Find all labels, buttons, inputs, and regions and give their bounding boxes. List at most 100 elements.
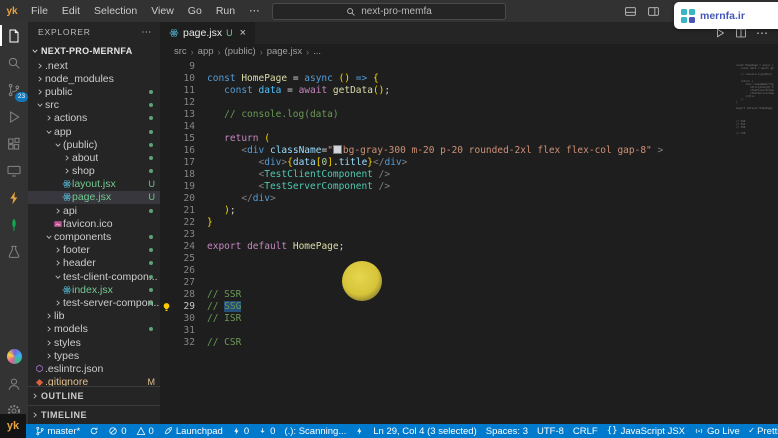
tab-page-jsx[interactable]: page.jsx U × <box>160 22 256 44</box>
menu-selection[interactable]: Selection <box>87 5 144 17</box>
tree-item-components[interactable]: components <box>28 230 160 243</box>
tree-item-next[interactable]: .next <box>28 59 160 72</box>
code-line-29[interactable]: 29 // SSG <box>160 301 732 313</box>
tab-close-icon[interactable]: × <box>240 27 246 39</box>
code-line-17[interactable]: 17 <div>{data[0].title}</div> <box>160 157 732 169</box>
mongodb-icon[interactable] <box>0 211 28 238</box>
breadcrumb-public[interactable]: (public) <box>225 46 256 57</box>
breadcrumb-page-jsx[interactable]: page.jsx <box>267 46 302 57</box>
code-line-26[interactable]: 26 <box>160 265 732 277</box>
minimap[interactable]: const HomePage = async () => { const dat… <box>736 61 774 135</box>
tree-item-models[interactable]: models <box>28 323 160 336</box>
breadcrumb-app[interactable]: app <box>198 46 214 57</box>
profile-icon[interactable] <box>0 343 28 370</box>
status-download-counter[interactable]: 0 <box>254 426 280 437</box>
tree-item-shop[interactable]: shop <box>28 165 160 178</box>
command-center-search[interactable]: next-pro-memfa <box>272 3 506 20</box>
tree-item-lib[interactable]: lib <box>28 310 160 323</box>
tree-item-header[interactable]: header <box>28 257 160 270</box>
quick-fix-lightbulb-icon[interactable] <box>160 301 173 313</box>
tree-item-src[interactable]: src <box>28 99 160 112</box>
tree-item-styles[interactable]: styles <box>28 336 160 349</box>
status-zap-counter[interactable]: 0 <box>227 426 253 437</box>
tree-item-public[interactable]: public <box>28 85 160 98</box>
code-line-25[interactable]: 25 <box>160 253 732 265</box>
toggle-panel-icon[interactable] <box>624 5 637 18</box>
tree-item-node-modules[interactable]: node_modules <box>28 72 160 85</box>
tree-item-api[interactable]: api <box>28 204 160 217</box>
tree-item-favicon-ico[interactable]: favicon.ico <box>28 217 160 230</box>
code-line-15[interactable]: 15 return ( <box>160 133 732 145</box>
tree-item-test-client-compon[interactable]: test-client-compon... <box>28 270 160 283</box>
panel-outline[interactable]: OUTLINE <box>28 386 160 405</box>
extensions-icon[interactable] <box>0 130 28 157</box>
tree-item-footer[interactable]: footer <box>28 244 160 257</box>
status-problems-errors[interactable]: 0 <box>104 426 131 437</box>
tree-item-page-jsx[interactable]: page.jsx U <box>28 190 160 205</box>
code-line-27[interactable]: 27 <box>160 277 732 289</box>
tree-item-gitignore[interactable]: .gitignore M <box>28 376 160 386</box>
tree-item-actions[interactable]: actions <box>28 112 160 125</box>
search-sidebar-icon[interactable] <box>0 49 28 76</box>
status-sync-button[interactable] <box>85 426 104 436</box>
status-indentation[interactable]: Spaces: 3 <box>481 426 532 437</box>
status-launchpad[interactable]: Launchpad <box>158 426 227 437</box>
account-icon[interactable] <box>0 370 28 397</box>
tree-item-public[interactable]: (public) <box>28 138 160 151</box>
status-prettier[interactable]: ✓Prettier <box>744 426 778 437</box>
breadcrumb-src[interactable]: src <box>174 46 187 57</box>
code-editor[interactable]: 9 10 const HomePage = async () => {11 cons… <box>160 59 778 424</box>
code-line-9[interactable]: 9 <box>160 61 732 73</box>
code-line-23[interactable]: 23 <box>160 229 732 241</box>
project-root-row[interactable]: NEXT-PRO-MERNFA <box>28 42 160 59</box>
code-line-14[interactable]: 14 <box>160 121 732 133</box>
tree-item-eslintrc-json[interactable]: .eslintrc.json <box>28 362 160 375</box>
tree-item-types[interactable]: types <box>28 349 160 362</box>
code-line-16[interactable]: 16 <div className=" bg-gray-300 m-20 p-20… <box>160 145 732 157</box>
tree-item-about[interactable]: about <box>28 151 160 164</box>
code-line-19[interactable]: 19 <TestServerComponent /> <box>160 181 732 193</box>
tree-item-index-jsx[interactable]: index.jsx <box>28 283 160 296</box>
code-line-11[interactable]: 11 const data = await getData(); <box>160 85 732 97</box>
status-cursor-position[interactable]: Ln 29, Col 4 (3 selected) <box>369 426 482 437</box>
status-go-live[interactable]: Go Live <box>690 426 745 437</box>
code-line-21[interactable]: 21 ); <box>160 205 732 217</box>
menu-run[interactable]: Run <box>209 5 242 17</box>
code-line-22[interactable]: 22} <box>160 217 732 229</box>
explorer-more-actions-icon[interactable]: ⋯ <box>141 27 152 38</box>
menu-view[interactable]: View <box>144 5 181 17</box>
menu-file[interactable]: File <box>24 5 55 17</box>
tree-item-test-server-compon[interactable]: test-server-compon... <box>28 296 160 309</box>
run-debug-icon[interactable] <box>0 103 28 130</box>
menu-overflow[interactable]: ⋯ <box>242 5 267 17</box>
code-line-32[interactable]: 32 // CSR <box>160 337 732 349</box>
source-control-icon[interactable]: 23 <box>0 76 28 103</box>
code-line-20[interactable]: 20 </div> <box>160 193 732 205</box>
code-line-28[interactable]: 28 // SSR <box>160 289 732 301</box>
remote-explorer-icon[interactable] <box>0 157 28 184</box>
tree-item-app[interactable]: app <box>28 125 160 138</box>
status-branch-indicator[interactable]: master* <box>30 426 85 437</box>
breadcrumb-[interactable]: ... <box>313 46 321 57</box>
code-line-13[interactable]: 13 // console.log(data) <box>160 109 732 121</box>
explorer-icon[interactable] <box>0 22 28 49</box>
code-line-18[interactable]: 18 <TestClientComponent /> <box>160 169 732 181</box>
status-eol[interactable]: CRLF <box>568 426 602 437</box>
status-encoding[interactable]: UTF-8 <box>533 426 569 437</box>
menu-go[interactable]: Go <box>181 5 209 17</box>
panel-timeline[interactable]: TIMELINE <box>28 405 160 424</box>
code-line-31[interactable]: 31 <box>160 325 732 337</box>
code-line-30[interactable]: 30 // ISR <box>160 313 732 325</box>
menu-edit[interactable]: Edit <box>55 5 87 17</box>
testing-icon[interactable] <box>0 238 28 265</box>
thunder-client-icon[interactable] <box>0 184 28 211</box>
tree-item-layout-jsx[interactable]: layout.jsx U <box>28 178 160 191</box>
code-line-12[interactable]: 12 <box>160 97 732 109</box>
code-line-24[interactable]: 24 export default HomePage; <box>160 241 732 253</box>
status-problems-warnings[interactable]: 0 <box>131 426 158 437</box>
code-line-10[interactable]: 10 const HomePage = async () => { <box>160 73 732 85</box>
customize-layout-icon[interactable] <box>647 5 660 18</box>
status-bolt-indicator[interactable] <box>351 426 369 436</box>
status-language-mode[interactable]: {} JavaScript JSX <box>602 426 689 437</box>
status-scanning-status[interactable]: (.): Scanning... <box>280 426 351 437</box>
